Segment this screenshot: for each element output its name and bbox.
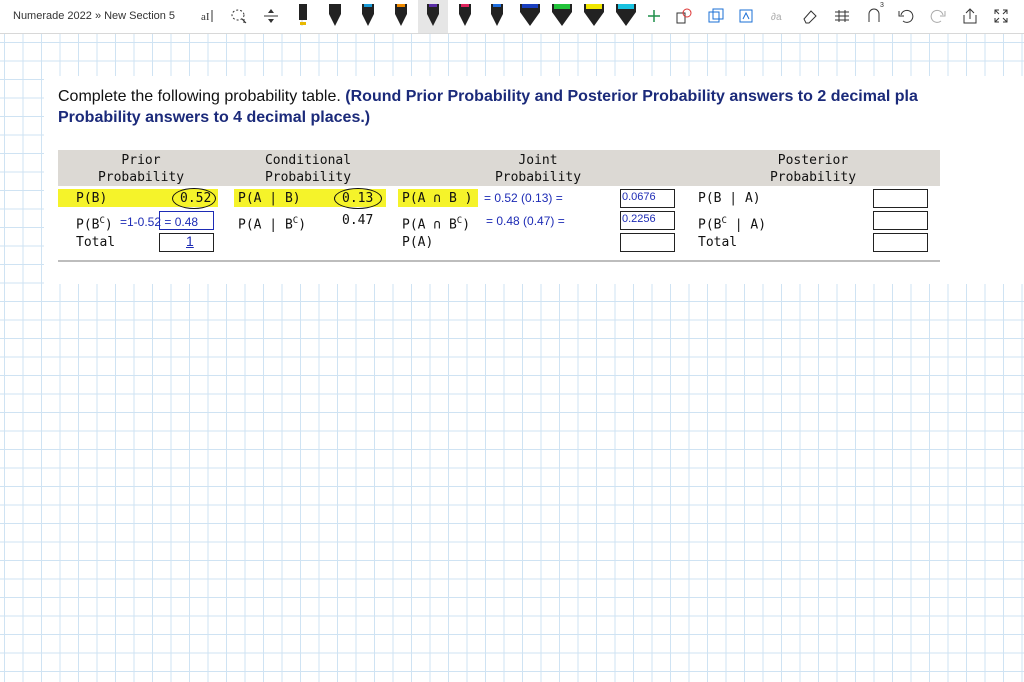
redo-icon[interactable] bbox=[928, 4, 948, 28]
ink-circle bbox=[334, 188, 382, 209]
ruler-icon[interactable] bbox=[832, 4, 852, 28]
header-post-line2: Probability bbox=[769, 170, 857, 185]
post-total-label: Total bbox=[698, 235, 738, 250]
replay-badge-text: 3 bbox=[880, 2, 884, 9]
joint-answer-2: 0.2256 bbox=[622, 213, 656, 225]
prior-total-label: Total bbox=[76, 235, 116, 250]
prior-label-bc-text: P(B bbox=[76, 217, 100, 233]
pen-red-icon[interactable] bbox=[456, 4, 474, 28]
prior-label-bc-close: ) bbox=[104, 217, 113, 233]
prior-total-box[interactable]: 1 bbox=[159, 233, 214, 252]
joint-answer-box[interactable]: 0.2256 bbox=[620, 211, 675, 230]
joint-label-a-and-bc: P(A ∩ BC) bbox=[402, 213, 470, 233]
cond-label-a-given-b: P(A | B) bbox=[238, 191, 301, 206]
header-joint-line2: Probability bbox=[494, 170, 582, 185]
post-label-b-given-a: P(B | A) bbox=[698, 191, 761, 206]
header-posterior: Posterior Probability bbox=[758, 152, 868, 186]
header-cond-line1: Conditional bbox=[264, 153, 352, 168]
question-panel: Complete the following probability table… bbox=[44, 76, 1024, 284]
fullscreen-icon[interactable] bbox=[991, 4, 1011, 28]
header-cond-line2: Probability bbox=[264, 170, 352, 185]
table-header: Prior Probability Conditional Probabilit… bbox=[58, 150, 940, 186]
insert-space-icon[interactable] bbox=[261, 4, 281, 28]
pen-black-icon[interactable] bbox=[294, 4, 312, 28]
pen-black2-icon[interactable] bbox=[326, 4, 344, 28]
header-joint-line1: Joint bbox=[518, 153, 558, 168]
prior-label-b: P(B) bbox=[76, 191, 108, 206]
highlighter-cyan-icon[interactable] bbox=[613, 4, 639, 28]
joint-answer-box[interactable]: 0.0676 bbox=[620, 189, 675, 208]
text-select-icon[interactable]: aI bbox=[198, 4, 218, 28]
table-row: P(BC) =1-0.52 = 0.48 P(A | BC) 0.47 P(A … bbox=[58, 210, 940, 232]
ink-circle bbox=[172, 188, 216, 209]
header-joint: Joint Probability bbox=[483, 152, 593, 186]
header-conditional: Conditional Probability bbox=[253, 152, 363, 186]
toolbar: Numerade 2022 » New Section 5 aI ∂a 3 bbox=[0, 0, 1024, 34]
eraser-icon[interactable] bbox=[800, 4, 820, 28]
joint-answer-1: 0.0676 bbox=[622, 191, 656, 203]
prior-label-bc: P(BC) bbox=[76, 213, 113, 233]
replay-icon[interactable]: 3 bbox=[864, 2, 886, 28]
posterior-answer-box[interactable] bbox=[873, 211, 928, 230]
post-label-bc-text: P(B bbox=[698, 217, 722, 233]
table-row: P(B) 0.52 P(A | B) 0.13 P(A ∩ B ) = 0.52… bbox=[58, 188, 940, 210]
pen-darkblue-icon[interactable] bbox=[517, 4, 543, 28]
cond-value-a-given-bc: 0.47 bbox=[342, 213, 374, 228]
joint-label-a-and-bc-close: ) bbox=[462, 217, 471, 233]
cond-label-a-given-bc: P(A | BC) bbox=[238, 213, 306, 233]
svg-text:aI: aI bbox=[201, 11, 210, 23]
posterior-total-box[interactable] bbox=[873, 233, 928, 252]
joint-label-a-and-b: P(A ∩ B ) bbox=[402, 191, 473, 206]
pen-orange-icon[interactable] bbox=[392, 4, 410, 28]
ink-to-math-icon[interactable] bbox=[737, 4, 757, 28]
joint-label-a-and-bc-text: P(A ∩ B bbox=[402, 217, 457, 233]
prior-answer-box[interactable] bbox=[159, 211, 214, 230]
svg-text:∂a: ∂a bbox=[771, 12, 782, 23]
ink-to-text-icon[interactable] bbox=[706, 4, 726, 28]
cond-label-a-given-bc-text: P(A | B bbox=[238, 217, 293, 233]
highlighter-green-icon[interactable] bbox=[549, 4, 575, 28]
note-canvas[interactable]: Complete the following probability table… bbox=[0, 34, 1024, 682]
header-prior: Prior Probability bbox=[86, 152, 196, 186]
header-post-line1: Posterior bbox=[777, 153, 849, 168]
question-prompt: Complete the following probability table… bbox=[58, 88, 346, 105]
probability-table: Prior Probability Conditional Probabilit… bbox=[58, 150, 940, 262]
lasso-icon[interactable] bbox=[229, 4, 249, 28]
pen-blue-icon[interactable] bbox=[488, 4, 506, 28]
table-row: Total 1 P(A) Total bbox=[58, 232, 940, 254]
post-label-bc-close: | A) bbox=[726, 217, 767, 233]
pen-teal-icon[interactable] bbox=[359, 4, 377, 28]
cond-label-a-given-bc-close: ) bbox=[298, 217, 307, 233]
question-text: Complete the following probability table… bbox=[58, 86, 1024, 128]
breadcrumb[interactable]: Numerade 2022 » New Section 5 bbox=[13, 10, 175, 22]
add-pen-icon[interactable] bbox=[645, 4, 663, 28]
share-icon[interactable] bbox=[960, 4, 980, 28]
prior-total-answer: 1 bbox=[186, 233, 194, 249]
ink-to-shape-icon[interactable] bbox=[674, 4, 694, 28]
pen-purple-icon[interactable] bbox=[424, 4, 442, 28]
joint-handwriting-2: = 0.48 (0.47) = bbox=[486, 214, 565, 228]
header-prior-line2: Probability bbox=[97, 170, 185, 185]
undo-icon[interactable] bbox=[896, 4, 916, 28]
joint-total-box[interactable] bbox=[620, 233, 675, 252]
post-label-bc-given-a: P(BC | A) bbox=[698, 213, 766, 233]
question-emphasis-line2: Probability answers to 4 decimal places.… bbox=[58, 109, 371, 126]
math-assistant-icon[interactable]: ∂a bbox=[768, 4, 788, 28]
header-prior-line1: Prior bbox=[121, 153, 161, 168]
highlighter-yellow-icon[interactable] bbox=[581, 4, 607, 28]
joint-handwriting-1: = 0.52 (0.13) = bbox=[484, 191, 563, 205]
joint-total-label: P(A) bbox=[402, 235, 434, 250]
question-emphasis-line1: (Round Prior Probability and Posterior P… bbox=[345, 88, 918, 105]
table-bottom-rule bbox=[58, 260, 940, 262]
posterior-answer-box[interactable] bbox=[873, 189, 928, 208]
